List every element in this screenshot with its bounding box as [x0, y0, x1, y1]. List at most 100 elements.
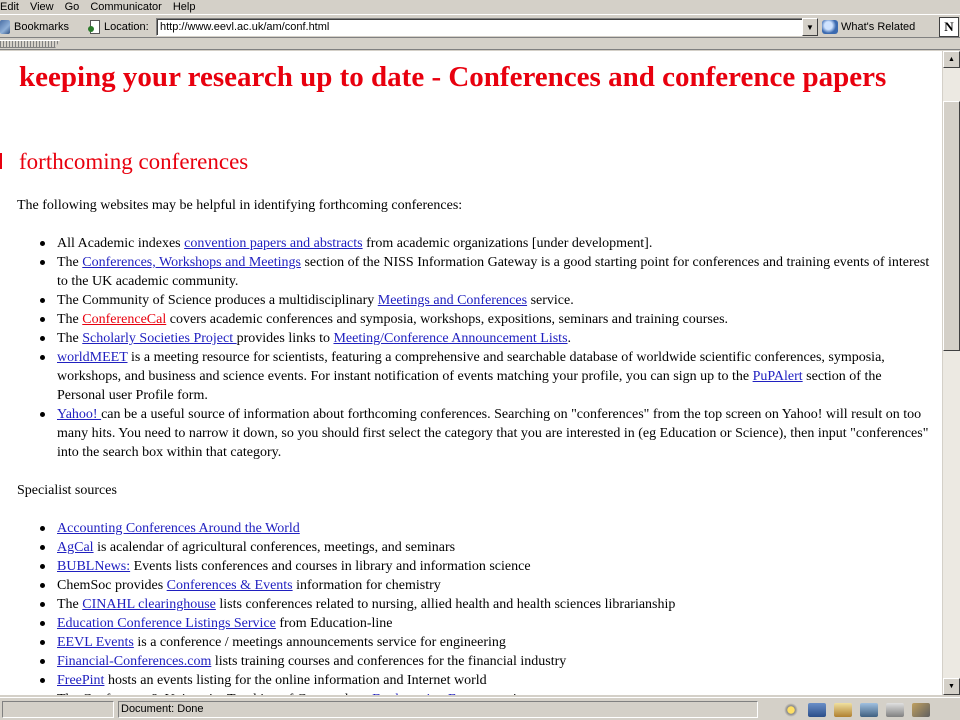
location-toolbar: Bookmarks Location: http://www.eevl.ac.u… [0, 14, 960, 38]
list-link[interactable]: ConferenceCal [82, 312, 166, 327]
security-icon[interactable] [782, 702, 800, 717]
list-link[interactable]: Education Conference Listings Service [57, 616, 276, 631]
list-text: service [486, 692, 530, 695]
list-text: information for chemistry [292, 578, 441, 593]
section-heading: forthcoming conferences [19, 149, 249, 174]
list-text: from Education-line [275, 616, 393, 631]
list-link[interactable]: PuPAlert [753, 369, 803, 384]
list-item: The CINAHL clearinghouse lists conferenc… [40, 595, 930, 614]
list-text: ChemSoc provides [57, 578, 167, 593]
toolbar-grip[interactable] [0, 40, 60, 48]
list-link[interactable]: Conferences & Events [167, 578, 293, 593]
list-text: covers academic conferences and symposia… [166, 312, 729, 327]
list-link[interactable]: AgCal [57, 540, 94, 555]
section-marker [0, 153, 2, 169]
list-text: The [57, 255, 83, 270]
list-item: Education Conference Listings Service fr… [40, 614, 930, 633]
list-text: The [57, 331, 83, 346]
menu-bar: Edit View Go Communicator Help [0, 0, 960, 14]
list-item: Financial-Conferences.com lists training… [40, 652, 930, 671]
list-item: worldMEET is a meeting resource for scie… [40, 348, 930, 405]
menu-help[interactable]: Help [168, 0, 202, 14]
list-link[interactable]: Scholarly Societies Project [82, 331, 236, 346]
page-content: keeping your research up to date - Confe… [0, 51, 942, 695]
bookmarks-label: Bookmarks [14, 21, 70, 33]
menu-view[interactable]: View [25, 0, 60, 14]
toolbar-grip-strip [0, 38, 960, 50]
list-text: The [57, 597, 83, 612]
list-text: hosts an events listing for the online i… [104, 673, 487, 688]
component-bar [782, 701, 930, 718]
list-link[interactable]: Meetings and Conferences [378, 293, 527, 308]
list-link[interactable]: Accounting Conferences Around the World [57, 521, 300, 536]
list-text: from academic organizations [under devel… [362, 236, 653, 251]
location-icon[interactable] [88, 20, 100, 34]
list-link[interactable]: CINAHL clearinghouse [82, 597, 216, 612]
list-text: lists training courses and conferences f… [211, 654, 567, 669]
page-title: keeping your research up to date - Confe… [19, 61, 887, 93]
list-text: All Academic indexes [57, 236, 185, 251]
list-item: Accounting Conferences Around the World [40, 519, 930, 538]
list-text: The Conference & University Teaching of … [57, 692, 372, 695]
list-item: The Community of Science produces a mult… [40, 291, 930, 310]
location-label-group: Location: [88, 18, 149, 36]
scroll-down-button[interactable]: ▼ [943, 678, 960, 695]
list-text: service. [527, 293, 574, 308]
status-bar: Document: Done [0, 697, 960, 720]
location-label: Location: [104, 21, 149, 33]
whats-related-label: What's Related [841, 21, 916, 33]
list-item: ChemSoc provides Conferences & Events in… [40, 576, 930, 595]
scroll-thumb[interactable] [943, 101, 960, 351]
list-item: All Academic indexes convention papers a… [40, 234, 930, 253]
composer-icon[interactable] [860, 702, 878, 717]
list-item: FreePint hosts an events listing for the… [40, 671, 930, 690]
list-link[interactable]: Meeting/Conference Announcement Lists [333, 331, 567, 346]
list-item: The Conference & University Teaching of … [40, 690, 930, 695]
list-item: The ConferenceCal covers academic confer… [40, 310, 930, 329]
list-link[interactable]: Financial-Conferences.com [57, 654, 211, 669]
conference-sites-list: All Academic indexes convention papers a… [40, 234, 930, 462]
list-item: The Conferences, Workshops and Meetings … [40, 253, 930, 291]
list-link[interactable]: FreePint [57, 673, 104, 688]
list-item: EEVL Events is a conference / meetings a… [40, 633, 930, 652]
list-link[interactable]: Yahoo! [57, 407, 101, 422]
intro-text: The following websites may be helpful in… [17, 198, 463, 213]
whats-related-button[interactable]: What's Related [822, 18, 915, 36]
vertical-scrollbar[interactable]: ▲ ▼ [942, 51, 960, 695]
status-text: Document: Done [118, 701, 758, 718]
list-link[interactable]: Forthcoming Events [372, 692, 486, 695]
list-link[interactable]: Conferences, Workshops and Meetings [82, 255, 301, 270]
bookmarks-button[interactable]: Bookmarks [0, 18, 69, 36]
scroll-up-button[interactable]: ▲ [943, 51, 960, 68]
list-link[interactable]: convention papers and abstracts [184, 236, 362, 251]
url-input[interactable]: http://www.eevl.ac.uk/am/conf.html [156, 18, 803, 36]
list-item: BUBLNews: Events lists conferences and c… [40, 557, 930, 576]
list-link[interactable]: worldMEET [57, 350, 128, 365]
mail-icon[interactable] [834, 702, 852, 717]
list-text: lists conferences related to nursing, al… [215, 597, 676, 612]
edit-icon[interactable] [912, 702, 930, 717]
bookmarks-icon [0, 20, 10, 34]
list-link[interactable]: EEVL Events [57, 635, 134, 650]
url-dropdown-button[interactable]: ▼ [802, 18, 818, 36]
list-text: is acalendar of agricultural conferences… [93, 540, 456, 555]
list-link[interactable]: BUBLNews: [57, 559, 130, 574]
list-item: AgCal is acalendar of agricultural confe… [40, 538, 930, 557]
list-text: is a conference / meetings announcements… [133, 635, 506, 650]
whats-related-icon [822, 20, 838, 34]
netscape-logo[interactable]: N [939, 17, 959, 37]
status-progress [2, 701, 114, 718]
list-text: . [567, 331, 572, 346]
network-icon[interactable] [808, 702, 826, 717]
list-item: Yahoo! can be a useful source of informa… [40, 405, 930, 462]
menu-go[interactable]: Go [60, 0, 86, 14]
list-text: Events lists conferences and courses in … [130, 559, 531, 574]
specialist-sources-list: Accounting Conferences Around the World A… [40, 519, 930, 695]
print-icon[interactable] [886, 702, 904, 717]
list-item: The Scholarly Societies Project provides… [40, 329, 930, 348]
list-text: The [57, 312, 83, 327]
list-text: provides links to [236, 331, 334, 346]
menu-edit[interactable]: Edit [0, 0, 25, 14]
menu-communicator[interactable]: Communicator [85, 0, 168, 14]
specialist-heading: Specialist sources [17, 483, 117, 498]
